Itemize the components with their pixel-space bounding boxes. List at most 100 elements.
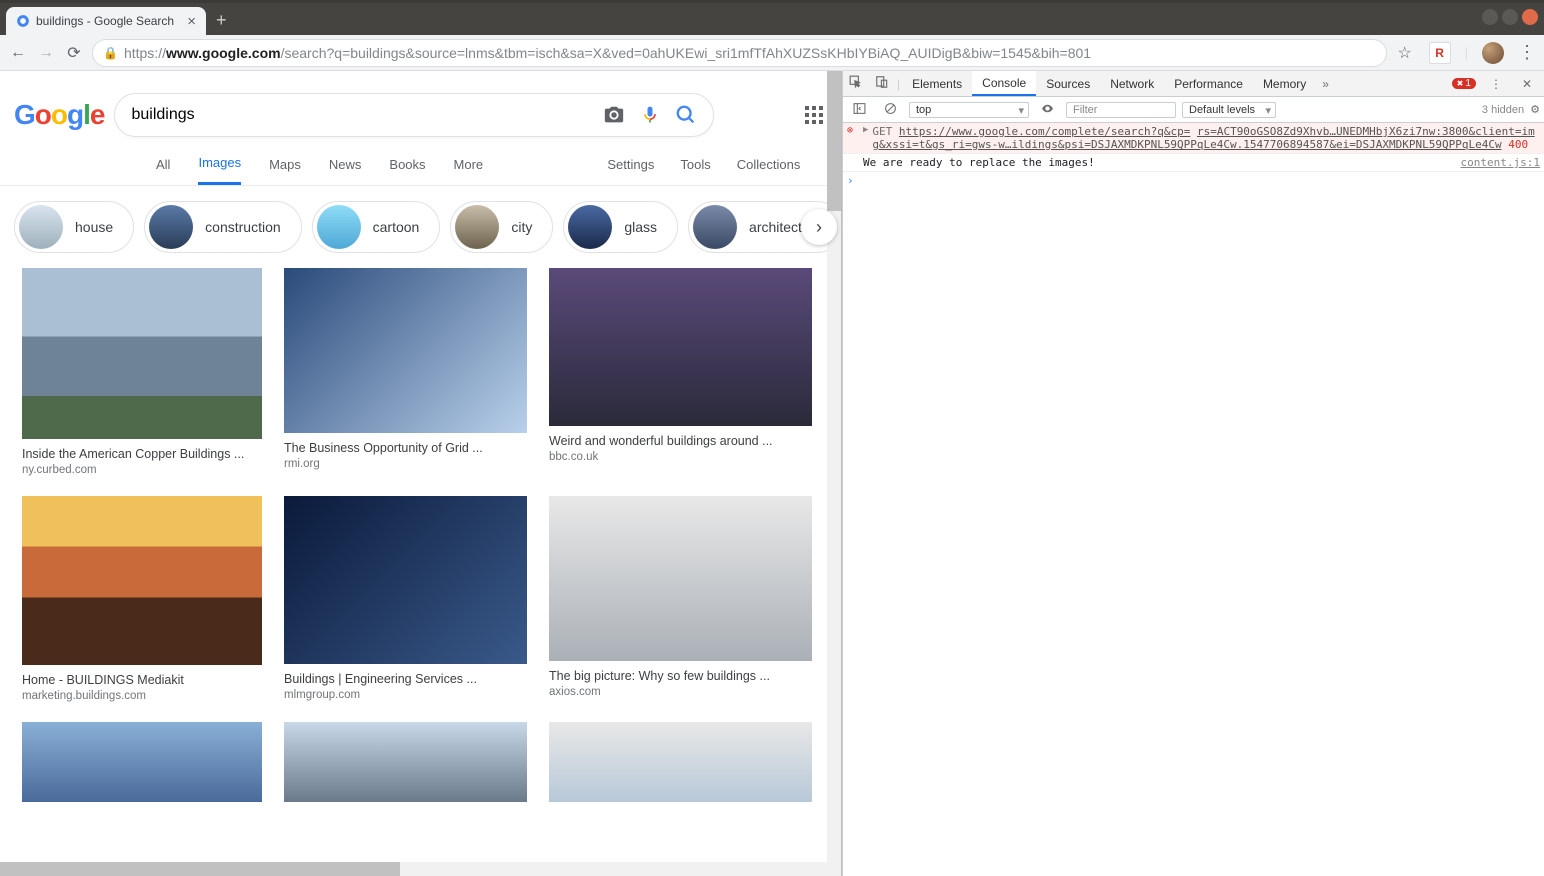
google-favicon [16,14,30,28]
devtools-tab-network[interactable]: Network [1100,71,1164,96]
result-card[interactable]: Weird and wonderful buildings around ...… [549,268,812,476]
devtools-tabbar: | Elements Console Sources Network Perfo… [843,71,1544,97]
extension-icon[interactable]: R [1429,42,1451,64]
result-thumbnail [284,722,527,802]
search-input[interactable] [131,106,589,124]
chips-next-icon[interactable]: › [801,209,837,245]
browser-menu-icon[interactable]: ⋮ [1518,42,1536,63]
horizontal-scrollbar[interactable] [0,862,841,876]
result-thumbnail [284,268,527,433]
result-card[interactable]: Home - BUILDINGS Mediakitmarketing.build… [22,496,262,702]
chip-house[interactable]: house [14,201,134,253]
search-box[interactable] [114,93,714,137]
result-card[interactable]: Buildings | Engineering Services ... mlmg… [284,496,527,702]
live-expression-icon[interactable] [1035,102,1060,118]
result-card[interactable] [284,722,527,802]
devtools-close-icon[interactable]: ✕ [1516,77,1538,91]
chip-construction[interactable]: construction [144,201,301,253]
separator: | [1465,45,1468,60]
result-title: The big picture: Why so few buildings ..… [549,669,812,683]
devtools-tab-performance[interactable]: Performance [1164,71,1253,96]
address-bar: ← → ⟳ 🔒 https://www.google.com/search?q=… [0,35,1544,71]
back-button[interactable]: ← [8,44,28,62]
result-thumbnail [549,722,812,802]
console-toolbar: top Filter Default levels 3 hidden ⚙ [843,97,1544,123]
result-host: axios.com [549,686,812,698]
error-count-badge[interactable]: 1 [1452,78,1476,89]
result-thumbnail [22,268,262,439]
result-card[interactable]: Inside the American Copper Buildings ...… [22,268,262,476]
url-field[interactable]: 🔒 https://www.google.com/search?q=buildi… [92,39,1387,67]
console-error-row[interactable]: ⊗ ▶ GET https://www.google.com/complete/… [843,123,1544,154]
bookmark-star-icon[interactable]: ☆ [1395,43,1415,63]
search-icon[interactable] [675,104,697,126]
result-card[interactable] [22,722,262,802]
chip-thumb [693,205,737,249]
error-url[interactable]: https://www.google.com/complete/search?q… [899,125,1190,138]
console-log-row[interactable]: We are ready to replace the images! cont… [843,154,1544,172]
google-logo[interactable]: Google [14,99,104,131]
camera-icon[interactable] [603,104,625,126]
reload-button[interactable]: ⟳ [64,43,84,63]
inspect-icon[interactable] [843,75,869,92]
nav-images[interactable]: Images [198,155,241,185]
nav-tools[interactable]: Tools [680,157,710,184]
nav-books[interactable]: Books [389,157,425,184]
devtools-menu-icon[interactable]: ⋮ [1484,77,1508,91]
browser-tab[interactable]: buildings - Google Search × [6,7,206,35]
log-source-link[interactable]: content.js:1 [1455,156,1540,169]
chip-glass[interactable]: glass [563,201,678,253]
nav-news[interactable]: News [329,157,362,184]
devtools-tab-elements[interactable]: Elements [902,71,972,96]
tab-close-icon[interactable]: × [187,13,196,30]
forward-button[interactable]: → [36,44,56,62]
console-settings-icon[interactable]: ⚙ [1530,103,1540,116]
new-tab-button[interactable]: + [206,6,237,35]
chip-thumb [568,205,612,249]
clear-console-icon[interactable] [878,102,903,118]
result-title: Weird and wonderful buildings around ... [549,434,812,448]
chip-label: house [75,219,113,235]
vertical-scrollbar[interactable] [827,71,841,876]
hidden-messages[interactable]: 3 hidden [1482,104,1524,116]
nav-settings[interactable]: Settings [607,157,654,184]
result-host: ny.curbed.com [22,464,262,476]
console-sidebar-toggle-icon[interactable] [847,102,872,118]
console-prompt[interactable]: › [843,172,1544,189]
nav-collections[interactable]: Collections [737,157,801,184]
result-host: marketing.buildings.com [22,690,262,702]
mic-icon[interactable] [639,104,661,126]
result-card[interactable] [549,722,812,802]
profile-avatar[interactable] [1482,42,1504,64]
devtools-tabs-overflow-icon[interactable]: » [1316,77,1335,91]
result-host: mlmgroup.com [284,689,527,701]
window-maximize-button[interactable] [1502,9,1518,25]
result-thumbnail [549,496,812,661]
devtools-tab-console[interactable]: Console [972,71,1036,96]
result-title: Buildings | Engineering Services ... [284,672,527,686]
chip-cartoon[interactable]: cartoon [312,201,441,253]
result-thumbnail [22,722,262,802]
window-minimize-button[interactable] [1482,9,1498,25]
context-selector[interactable]: top [909,102,1029,118]
console-filter[interactable]: Filter [1066,102,1176,118]
devtools-tab-sources[interactable]: Sources [1036,71,1100,96]
window-close-button[interactable] [1522,9,1538,25]
chip-label: cartoon [373,219,420,235]
error-icon: ⊗ [847,125,859,136]
chip-city[interactable]: city [450,201,553,253]
google-apps-icon[interactable] [805,106,823,124]
devtools-tab-memory[interactable]: Memory [1253,71,1316,96]
nav-maps[interactable]: Maps [269,157,301,184]
result-title: Inside the American Copper Buildings ... [22,447,262,461]
log-level-selector[interactable]: Default levels [1182,102,1276,118]
result-card[interactable]: The big picture: Why so few buildings ..… [549,496,812,702]
nav-more[interactable]: More [454,157,484,184]
result-card[interactable]: The Business Opportunity of Grid ...rmi.… [284,268,527,476]
suggestion-chips: houseconstructioncartooncityglassarchite… [0,186,841,268]
page-content: Google All Images Maps Ne [0,71,842,876]
expand-icon[interactable]: ▶ [863,125,868,135]
lock-icon: 🔒 [103,46,118,60]
nav-all[interactable]: All [156,157,170,184]
device-mode-icon[interactable] [869,75,895,92]
